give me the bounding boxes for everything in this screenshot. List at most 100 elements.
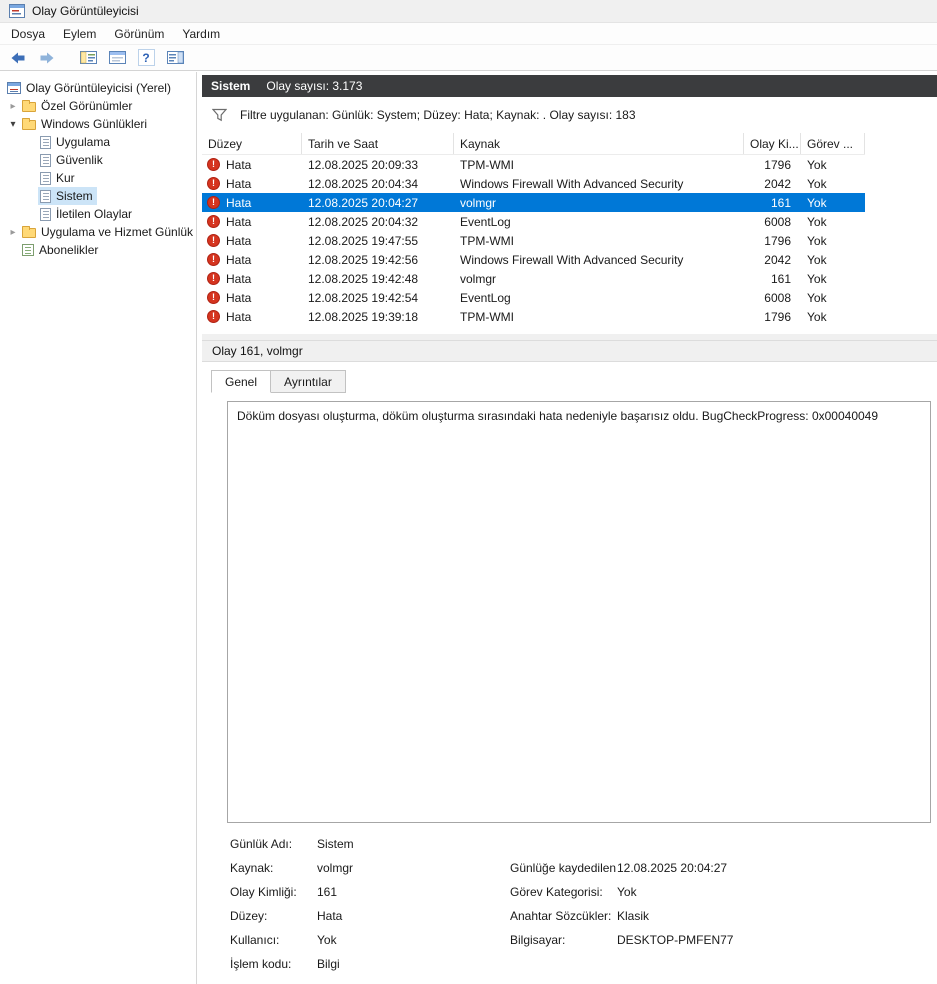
error-icon: !: [207, 196, 220, 209]
forward-button[interactable]: [36, 47, 58, 69]
cell-task: Yok: [807, 271, 827, 286]
field-value: Yok: [317, 933, 337, 947]
menu-item-dosya[interactable]: Dosya: [2, 23, 54, 44]
table-rows: ! Hata 12.08.2025 20:09:33 TPM-WMI 1796 Yok! H…: [202, 155, 937, 326]
log-icon: [40, 207, 51, 221]
back-button[interactable]: [7, 47, 29, 69]
help-button[interactable]: ?: [135, 47, 157, 69]
tree-item-abonelikler[interactable]: Abonelikler: [0, 241, 196, 259]
tree-item-olay-g-r-nt-leyicisi-yerel[interactable]: Olay Görüntüleyicisi (Yerel): [0, 79, 196, 97]
tree-item-label: Olay Görüntüleyicisi (Yerel): [26, 81, 171, 95]
properties-button[interactable]: [106, 47, 128, 69]
detail-tabs: Genel Ayrıntılar: [211, 370, 937, 393]
cell-level: ! Hata: [202, 291, 302, 305]
event-row[interactable]: ! Hata 12.08.2025 19:42:56 Windows Firewall…: [202, 250, 865, 269]
detail-header-title: Olay 161, volmgr: [212, 344, 303, 358]
cell-level: ! Hata: [202, 234, 302, 248]
event-row[interactable]: ! Hata 12.08.2025 20:04:32 EventLog 6008 Yok: [202, 212, 865, 231]
menu-item-g-r-n-m[interactable]: Görünüm: [105, 23, 173, 44]
cell-level: ! Hata: [202, 215, 302, 229]
filter-text: Filtre uygulanan: Günlük: System; Düzey:…: [240, 108, 636, 122]
cell-event-id: 1796: [764, 157, 791, 172]
log-icon: [40, 189, 51, 203]
show-console-tree-button[interactable]: [77, 47, 99, 69]
field-value: Sistem: [317, 837, 354, 851]
action-pane-icon: [166, 50, 184, 65]
expander-collapsed-icon[interactable]: ▸: [6, 227, 20, 238]
event-description[interactable]: Döküm dosyası oluşturma, döküm oluşturma…: [227, 401, 931, 823]
cell-event-id: 1796: [764, 309, 791, 324]
tree-item-content: Özel Görünümler: [20, 97, 136, 115]
cell-source: Windows Firewall With Advanced Security: [460, 252, 684, 267]
cell-task: Yok: [807, 157, 827, 172]
tree-item-uygulama-ve-hizmet-g-nl-k[interactable]: ▸ Uygulama ve Hizmet Günlük: [0, 223, 196, 241]
cell-task: Yok: [807, 195, 827, 210]
field-value: 12.08.2025 20:04:27: [617, 861, 728, 875]
cell-source: EventLog: [460, 290, 511, 305]
cell-datetime: 12.08.2025 19:47:55: [308, 233, 419, 248]
cell-level-text: Hata: [226, 252, 252, 267]
column-header-d-zey[interactable]: Düzey: [202, 133, 302, 154]
error-icon: !: [207, 291, 220, 304]
column-header-olay-ki[interactable]: Olay Ki...: [744, 133, 801, 154]
expander-collapsed-icon[interactable]: ▸: [6, 101, 20, 112]
field-value: Klasik: [617, 909, 650, 923]
tree-item-content: Sistem: [38, 187, 97, 205]
tab-genel[interactable]: Genel: [211, 370, 272, 393]
tree-item-content: İletilen Olaylar: [38, 205, 136, 223]
tree-item-sistem[interactable]: Sistem: [0, 187, 196, 205]
folder-icon: [22, 100, 36, 112]
error-icon: !: [207, 253, 220, 266]
cell-task: Yok: [807, 252, 827, 267]
event-row[interactable]: ! Hata 12.08.2025 20:04:34 Windows Firewall…: [202, 174, 865, 193]
column-header-tarih-ve-saat[interactable]: Tarih ve Saat: [302, 133, 454, 154]
cell-level: ! Hata: [202, 158, 302, 172]
cell-level: ! Hata: [202, 196, 302, 210]
cell-event-id: 6008: [764, 290, 791, 305]
event-row[interactable]: ! Hata 12.08.2025 19:47:55 TPM-WMI 1796 Yok: [202, 231, 865, 250]
field-value: Bilgi: [317, 957, 340, 971]
console-tree: Olay Görüntüleyicisi (Yerel) ▸ Özel Görünü…: [0, 72, 197, 984]
tree-item-kur[interactable]: Kur: [0, 169, 196, 187]
event-row[interactable]: ! Hata 12.08.2025 19:42:54 EventLog 6008 Yok: [202, 288, 865, 307]
event-row[interactable]: ! Hata 12.08.2025 19:39:18 TPM-WMI 1796 Yok: [202, 307, 865, 326]
tree-item-uygulama[interactable]: Uygulama: [0, 133, 196, 151]
cell-task: Yok: [807, 233, 827, 248]
properties-icon: [108, 50, 126, 65]
field-label: İşlem kodu:: [230, 957, 292, 971]
event-count: Olay sayısı: 3.173: [266, 79, 363, 93]
tree-item-i-letilen-olaylar[interactable]: İletilen Olaylar: [0, 205, 196, 223]
cell-datetime: 12.08.2025 19:42:48: [308, 271, 419, 286]
field-label: Olay Kimliği:: [230, 885, 297, 899]
cell-level-text: Hata: [226, 290, 252, 305]
cell-level-text: Hata: [226, 214, 252, 229]
error-icon: !: [207, 215, 220, 228]
field-label: Kullanıcı:: [230, 933, 280, 947]
event-row[interactable]: ! Hata 12.08.2025 20:09:33 TPM-WMI 1796 Yok: [202, 155, 865, 174]
tree-item-windows-g-nl-kleri[interactable]: ▾ Windows Günlükleri: [0, 115, 196, 133]
tree-item-content: Abonelikler: [20, 241, 102, 259]
action-pane-button[interactable]: [164, 47, 186, 69]
event-row[interactable]: ! Hata 12.08.2025 19:42:48 volmgr 161 Yok: [202, 269, 865, 288]
menu-item-eylem[interactable]: Eylem: [54, 23, 105, 44]
tree-item-label: Özel Görünümler: [41, 99, 133, 113]
cell-event-id: 161: [770, 195, 791, 210]
menu-item-yard-m[interactable]: Yardım: [173, 23, 229, 44]
tab-ayr-nt-lar[interactable]: Ayrıntılar: [270, 370, 346, 393]
field-label: Düzey:: [230, 909, 268, 923]
folder-icon: [22, 118, 36, 130]
tree-item-g-venlik[interactable]: Güvenlik: [0, 151, 196, 169]
cell-datetime: 12.08.2025 20:09:33: [308, 157, 419, 172]
column-header-g-rev[interactable]: Görev ...: [801, 133, 865, 154]
content-area: Olay Görüntüleyicisi (Yerel) ▸ Özel Görünü…: [0, 72, 937, 984]
event-viewer-app-icon: [9, 4, 25, 18]
cell-level-text: Hata: [226, 271, 252, 286]
tree-item-content: Kur: [38, 169, 79, 187]
error-icon: !: [207, 272, 220, 285]
cell-event-id: 6008: [764, 214, 791, 229]
column-header-kaynak[interactable]: Kaynak: [454, 133, 744, 154]
tree-item-zel-g-r-n-mler[interactable]: ▸ Özel Görünümler: [0, 97, 196, 115]
event-row[interactable]: ! Hata 12.08.2025 20:04:27 volmgr 161 Yok: [202, 193, 865, 212]
cell-level-text: Hata: [226, 176, 252, 191]
expander-expanded-icon[interactable]: ▾: [6, 119, 20, 130]
